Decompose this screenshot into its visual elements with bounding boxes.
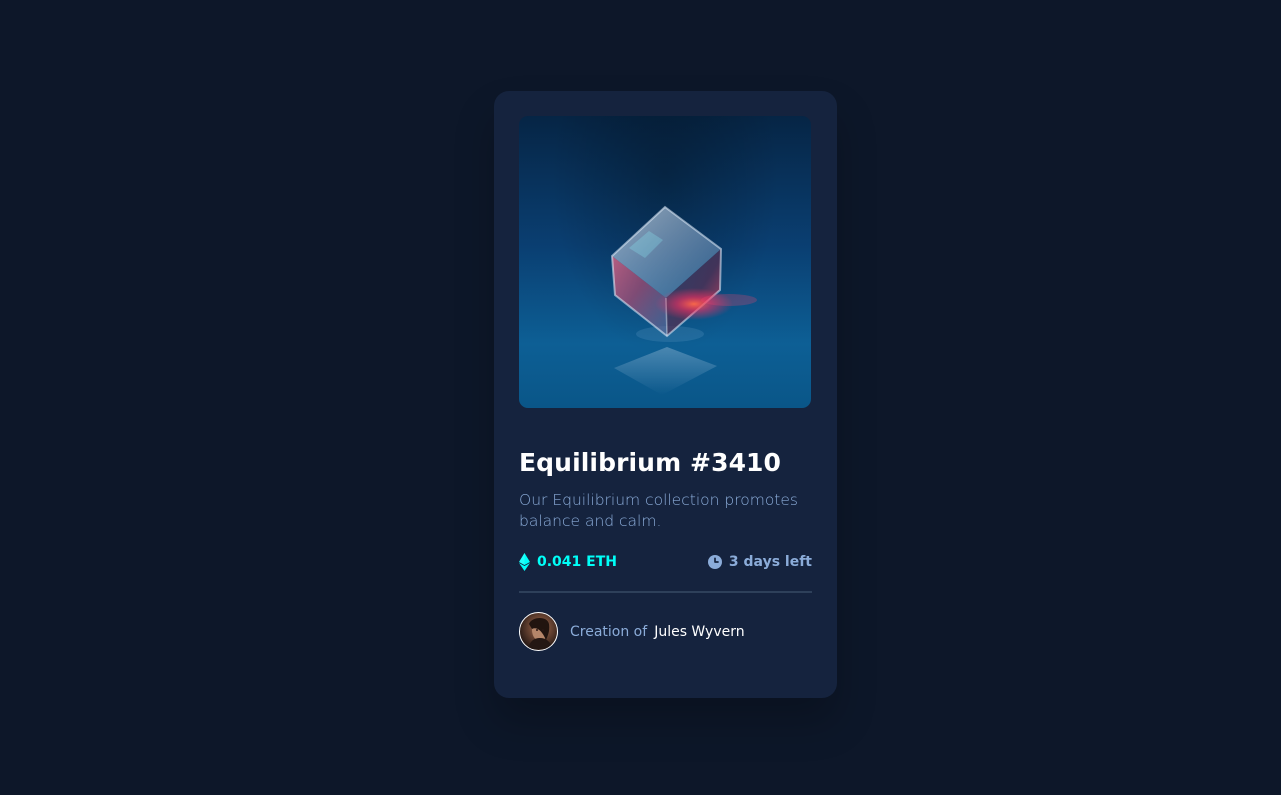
creator-prefix: Creation of [570,623,648,640]
nft-card: Equilibrium #3410 Our Equilibrium collec… [494,91,837,698]
nft-title[interactable]: Equilibrium #3410 [519,447,812,479]
ethereum-icon [519,553,530,571]
creator-name-link[interactable]: Jules Wyvern [654,624,744,640]
nft-description: Our Equilibrium collection promotes bala… [519,491,798,530]
nft-stats: 0.041 ETH 3 days left [519,551,812,573]
price-stat: 0.041 ETH [519,553,617,571]
clock-icon [707,555,722,569]
nft-artwork-image[interactable] [519,116,811,408]
creator-row: Creation of Jules Wyvern [519,612,812,651]
creator-text: Creation of Jules Wyvern [570,624,745,640]
card-divider [519,591,812,593]
creator-avatar [519,612,558,651]
glass-cube-illustration [610,205,757,395]
time-left-stat: 3 days left [707,554,812,570]
portrait-avatar-icon [528,617,553,649]
time-left-value: 3 days left [728,554,812,570]
price-value: 0.041 ETH [537,554,617,570]
